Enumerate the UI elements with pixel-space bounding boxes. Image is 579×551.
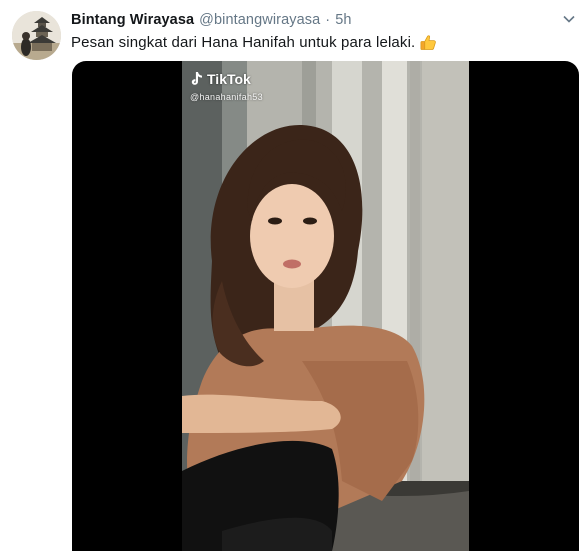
tweet-header: Bintang Wirayasa @bintangwirayasa · 5h — [71, 10, 352, 30]
tiktok-watermark: TikTok — [190, 70, 251, 88]
video-frame[interactable]: TikTok @hanahanifah53 — [182, 61, 469, 551]
separator-dot: · — [325, 12, 331, 28]
more-options-caret-icon[interactable] — [563, 14, 575, 24]
tweet[interactable]: Bintang Wirayasa @bintangwirayasa · 5h P… — [0, 0, 579, 551]
tweet-body: Pesan singkat dari Hana Hanifah untuk pa… — [71, 33, 416, 51]
avatar[interactable] — [12, 11, 61, 60]
video-still — [182, 61, 469, 551]
tweet-text: Pesan singkat dari Hana Hanifah untuk pa… — [71, 31, 438, 53]
tiktok-brand: TikTok — [207, 71, 251, 87]
display-name[interactable]: Bintang Wirayasa — [71, 12, 194, 28]
thumbs-up-emoji — [419, 33, 438, 52]
user-handle[interactable]: @bintangwirayasa — [199, 12, 320, 28]
timestamp[interactable]: 5h — [335, 12, 351, 28]
tiktok-username: @hanahanifah53 — [190, 92, 263, 102]
video-player[interactable]: TikTok @hanahanifah53 — [72, 61, 579, 551]
tiktok-note-icon — [191, 72, 202, 85]
